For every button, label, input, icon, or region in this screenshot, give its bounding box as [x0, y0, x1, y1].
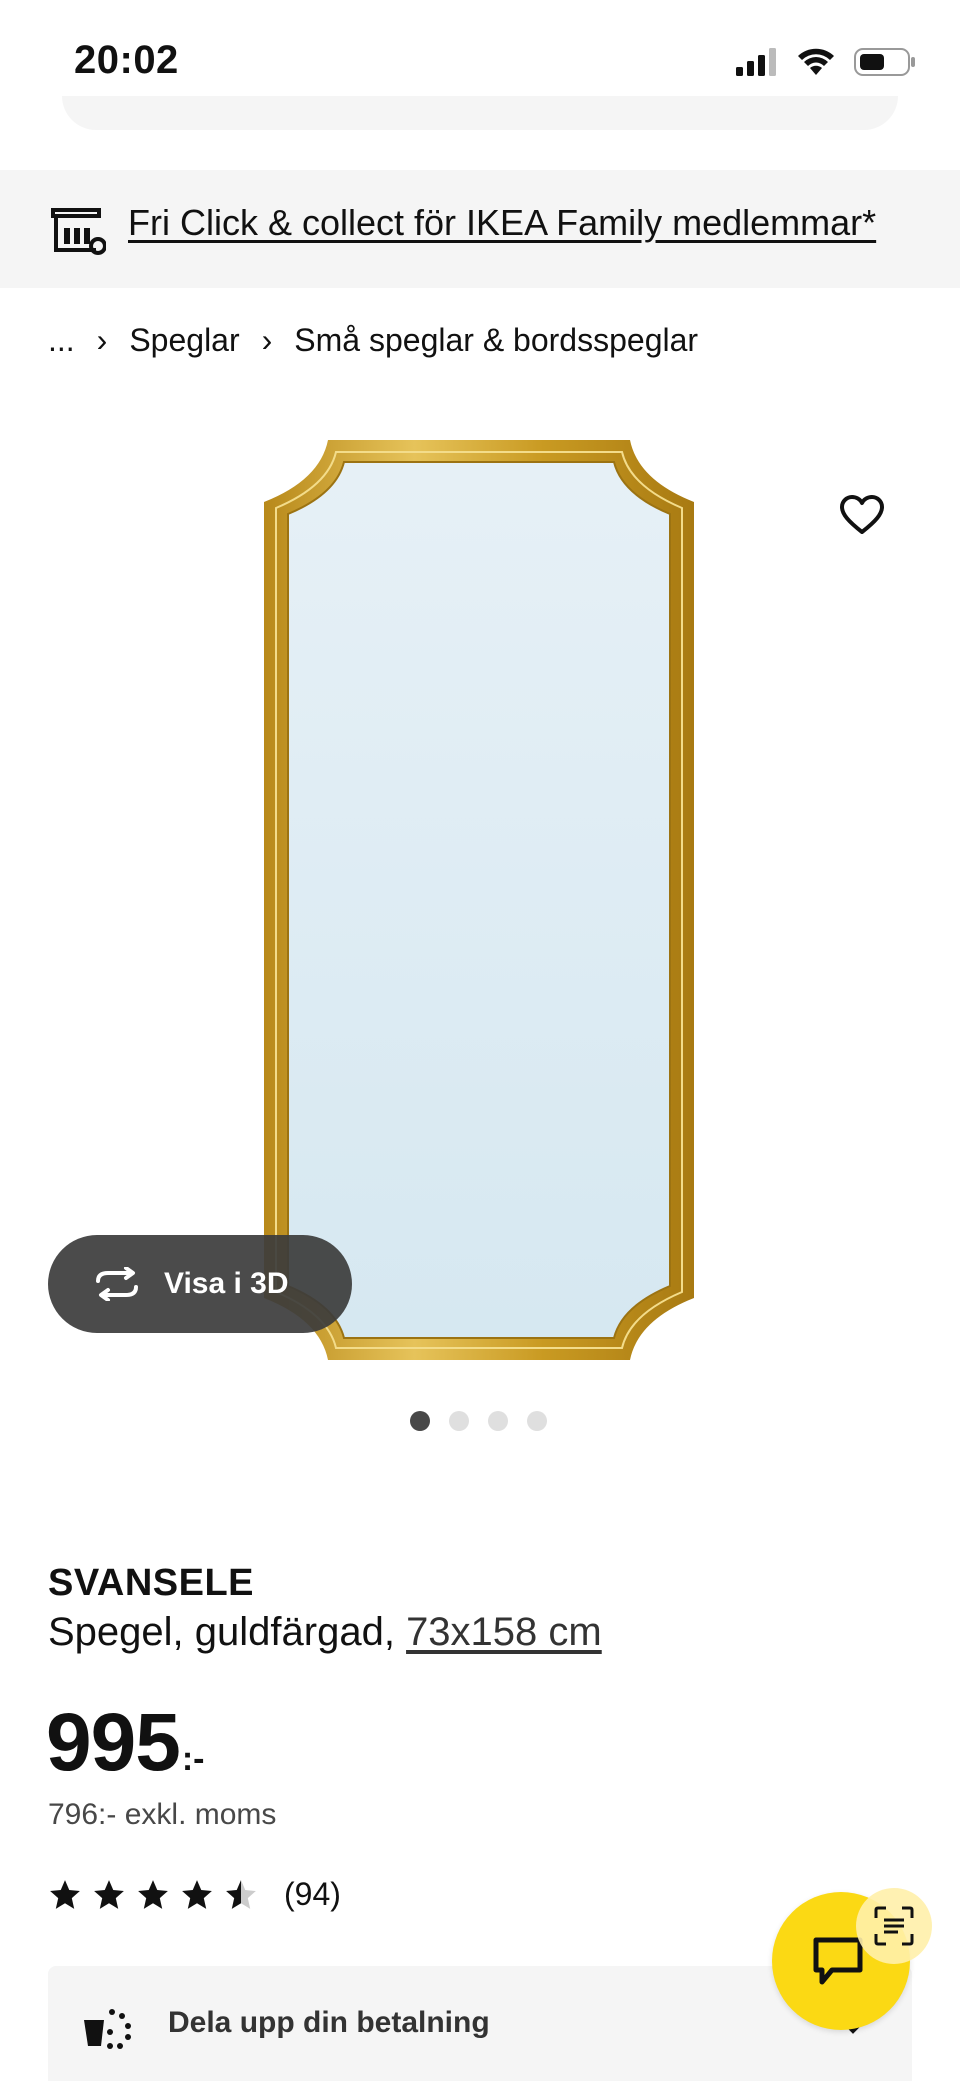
heart-icon: [840, 495, 884, 534]
rotate-3d-icon: [96, 1267, 138, 1301]
breadcrumb-speglar[interactable]: Speglar: [129, 322, 239, 359]
carousel-dot-2[interactable]: [449, 1411, 469, 1431]
store-pickup-icon: [51, 208, 106, 255]
status-icons: [736, 44, 916, 80]
scan-text-button[interactable]: [856, 1888, 932, 1964]
star-full-icon: [50, 1879, 80, 1909]
favorite-button[interactable]: [822, 475, 902, 555]
search-bar-edge[interactable]: [62, 96, 898, 130]
breadcrumb-sma-speglar[interactable]: Små speglar & bordsspeglar: [294, 322, 698, 359]
star-full-icon: [182, 1879, 212, 1909]
review-count[interactable]: (94): [284, 1876, 341, 1913]
view-in-3d-label: Visa i 3D: [164, 1267, 289, 1300]
product-description: Spegel, guldfärgad, 73x158 cm: [48, 1610, 602, 1655]
breadcrumb-ellipsis[interactable]: ...: [48, 322, 75, 359]
breadcrumb: ... › Speglar › Små speglar & bordsspegl…: [48, 318, 698, 362]
price-suffix: :-: [181, 1740, 205, 1778]
product-size-link[interactable]: 73x158 cm: [406, 1610, 602, 1654]
split-payment-icon: [84, 2009, 131, 2049]
product-image-mirror[interactable]: [264, 440, 694, 1360]
carousel-dot-1[interactable]: [410, 1411, 430, 1431]
carousel-dot-4[interactable]: [527, 1411, 547, 1431]
product-price: 995 :-: [46, 1696, 204, 1790]
product-type: Spegel, guldfärgad,: [48, 1610, 395, 1654]
battery-icon: [854, 48, 915, 76]
price-value: 995: [46, 1697, 181, 1788]
carousel-dots: [410, 1411, 547, 1431]
carousel-dot-3[interactable]: [488, 1411, 508, 1431]
split-payment-label: Dela upp din betalning: [168, 2006, 490, 2039]
product-rating[interactable]: (94): [48, 1876, 341, 1913]
chevron-right-icon: ›: [261, 321, 273, 358]
cellular-signal-icon: [736, 48, 776, 76]
product-name: SVANSELE: [48, 1562, 255, 1604]
promo-banner: Fri Click & collect för IKEA Family medl…: [0, 170, 960, 288]
star-half-icon: [226, 1879, 256, 1909]
view-in-3d-button[interactable]: Visa i 3D: [48, 1235, 352, 1333]
price-ex-vat: 796:- exkl. moms: [48, 1798, 277, 1831]
scan-text-icon: [874, 1906, 914, 1946]
star-full-icon: [94, 1879, 124, 1909]
click-collect-link[interactable]: Fri Click & collect för IKEA Family medl…: [128, 202, 876, 244]
wifi-icon: [798, 48, 834, 75]
star-full-icon: [138, 1879, 168, 1909]
chevron-right-icon: ›: [96, 321, 108, 358]
status-time: 20:02: [74, 38, 179, 82]
